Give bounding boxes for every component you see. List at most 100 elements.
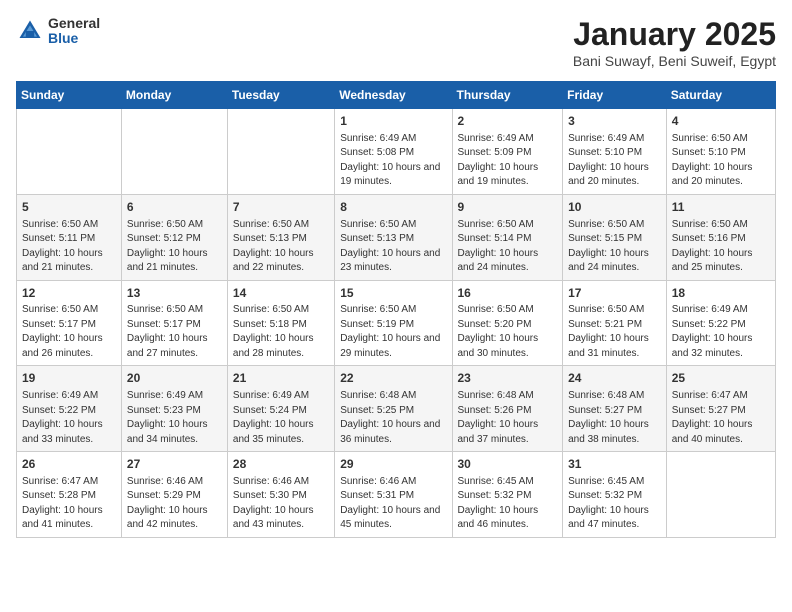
day-number: 3 bbox=[568, 113, 661, 130]
calendar-cell: 30Sunrise: 6:45 AM Sunset: 5:32 PM Dayli… bbox=[452, 452, 563, 538]
day-number: 9 bbox=[458, 199, 558, 216]
day-info: Sunrise: 6:50 AM Sunset: 5:15 PM Dayligh… bbox=[568, 218, 661, 276]
calendar-cell: 21 Sunrise: 6:49 AM Sunset: 5:24 PM Dayli… bbox=[227, 366, 334, 452]
day-info: Sunrise: 6:50 AM Sunset: 5:10 PM Dayligh… bbox=[672, 132, 770, 190]
day-number: 29 bbox=[340, 456, 446, 473]
calendar-body: 1 Sunrise: 6:49 AM Sunset: 5:08 PM Daylig… bbox=[17, 109, 776, 538]
day-number: 23 bbox=[458, 370, 558, 387]
day-info: Sunrise: 6:50 AM Sunset: 5:17 PM Dayligh… bbox=[127, 303, 222, 361]
day-info: Sunrise: 6:47 AM Sunset: 5:27 PM Dayligh… bbox=[672, 389, 770, 447]
page-header: General Blue January 2025 Bani Suwayf, B… bbox=[16, 16, 776, 69]
calendar-week-row: 26Sunrise: 6:47 AM Sunset: 5:28 PM Dayli… bbox=[17, 452, 776, 538]
logo-general: General bbox=[48, 16, 100, 31]
header-sunday: Sunday bbox=[17, 82, 122, 109]
day-number: 31 bbox=[568, 456, 661, 473]
day-info: Sunrise: 6:47 AM Sunset: 5:28 PM Dayligh… bbox=[22, 475, 116, 533]
day-number: 13 bbox=[127, 285, 222, 302]
calendar-cell bbox=[666, 452, 775, 538]
header-friday: Friday bbox=[563, 82, 667, 109]
day-number: 24 bbox=[568, 370, 661, 387]
day-info: Sunrise: 6:48 AM Sunset: 5:25 PM Dayligh… bbox=[340, 389, 446, 447]
day-number: 30 bbox=[458, 456, 558, 473]
day-info: Sunrise: 6:46 AM Sunset: 5:29 PM Dayligh… bbox=[127, 475, 222, 533]
day-info: Sunrise: 6:49 AM Sunset: 5:22 PM Dayligh… bbox=[672, 303, 770, 361]
calendar-cell: 20 Sunrise: 6:49 AM Sunset: 5:23 PM Dayli… bbox=[121, 366, 227, 452]
day-number: 6 bbox=[127, 199, 222, 216]
day-number: 10 bbox=[568, 199, 661, 216]
calendar-header: Sunday Monday Tuesday Wednesday Thursday… bbox=[17, 82, 776, 109]
weekday-header-row: Sunday Monday Tuesday Wednesday Thursday… bbox=[17, 82, 776, 109]
calendar-cell: 19Sunrise: 6:49 AM Sunset: 5:22 PM Dayli… bbox=[17, 366, 122, 452]
day-info: Sunrise: 6:49 AM Sunset: 5:10 PM Dayligh… bbox=[568, 132, 661, 190]
day-number: 16 bbox=[458, 285, 558, 302]
calendar-cell: 10 Sunrise: 6:50 AM Sunset: 5:15 PM Dayli… bbox=[563, 194, 667, 280]
logo-blue: Blue bbox=[48, 31, 100, 46]
day-info: Sunrise: 6:50 AM Sunset: 5:14 PM Dayligh… bbox=[458, 218, 558, 276]
header-tuesday: Tuesday bbox=[227, 82, 334, 109]
day-number: 12 bbox=[22, 285, 116, 302]
calendar-cell: 8 Sunrise: 6:50 AM Sunset: 5:13 PM Daylig… bbox=[335, 194, 452, 280]
calendar-week-row: 12Sunrise: 6:50 AM Sunset: 5:17 PM Dayli… bbox=[17, 280, 776, 366]
day-number: 14 bbox=[233, 285, 329, 302]
day-info: Sunrise: 6:49 AM Sunset: 5:23 PM Dayligh… bbox=[127, 389, 222, 447]
day-number: 22 bbox=[340, 370, 446, 387]
calendar-cell: 17Sunrise: 6:50 AM Sunset: 5:21 PM Dayli… bbox=[563, 280, 667, 366]
calendar-title: January 2025 bbox=[573, 16, 776, 53]
day-info: Sunrise: 6:49 AM Sunset: 5:08 PM Dayligh… bbox=[340, 132, 446, 190]
calendar-cell: 15Sunrise: 6:50 AM Sunset: 5:19 PM Dayli… bbox=[335, 280, 452, 366]
day-info: Sunrise: 6:50 AM Sunset: 5:21 PM Dayligh… bbox=[568, 303, 661, 361]
header-monday: Monday bbox=[121, 82, 227, 109]
day-number: 20 bbox=[127, 370, 222, 387]
calendar-cell: 5 Sunrise: 6:50 AM Sunset: 5:11 PM Daylig… bbox=[17, 194, 122, 280]
day-info: Sunrise: 6:50 AM Sunset: 5:11 PM Dayligh… bbox=[22, 218, 116, 276]
day-info: Sunrise: 6:49 AM Sunset: 5:22 PM Dayligh… bbox=[22, 389, 116, 447]
day-info: Sunrise: 6:45 AM Sunset: 5:32 PM Dayligh… bbox=[568, 475, 661, 533]
day-info: Sunrise: 6:50 AM Sunset: 5:13 PM Dayligh… bbox=[340, 218, 446, 276]
calendar-cell: 14Sunrise: 6:50 AM Sunset: 5:18 PM Dayli… bbox=[227, 280, 334, 366]
calendar-cell: 18Sunrise: 6:49 AM Sunset: 5:22 PM Dayli… bbox=[666, 280, 775, 366]
calendar-week-row: 19Sunrise: 6:49 AM Sunset: 5:22 PM Dayli… bbox=[17, 366, 776, 452]
calendar-cell: 26Sunrise: 6:47 AM Sunset: 5:28 PM Dayli… bbox=[17, 452, 122, 538]
day-info: Sunrise: 6:49 AM Sunset: 5:24 PM Dayligh… bbox=[233, 389, 329, 447]
day-info: Sunrise: 6:46 AM Sunset: 5:31 PM Dayligh… bbox=[340, 475, 446, 533]
header-wednesday: Wednesday bbox=[335, 82, 452, 109]
header-saturday: Saturday bbox=[666, 82, 775, 109]
logo-icon bbox=[16, 17, 44, 45]
calendar-cell: 28 Sunrise: 6:46 AM Sunset: 5:30 PM Dayli… bbox=[227, 452, 334, 538]
day-number: 28 bbox=[233, 456, 329, 473]
day-info: Sunrise: 6:50 AM Sunset: 5:19 PM Dayligh… bbox=[340, 303, 446, 361]
calendar-cell: 31 Sunrise: 6:45 AM Sunset: 5:32 PM Dayli… bbox=[563, 452, 667, 538]
day-info: Sunrise: 6:48 AM Sunset: 5:27 PM Dayligh… bbox=[568, 389, 661, 447]
day-info: Sunrise: 6:50 AM Sunset: 5:18 PM Dayligh… bbox=[233, 303, 329, 361]
day-number: 2 bbox=[458, 113, 558, 130]
day-info: Sunrise: 6:50 AM Sunset: 5:16 PM Dayligh… bbox=[672, 218, 770, 276]
day-info: Sunrise: 6:50 AM Sunset: 5:20 PM Dayligh… bbox=[458, 303, 558, 361]
logo-text: General Blue bbox=[48, 16, 100, 47]
calendar-table: Sunday Monday Tuesday Wednesday Thursday… bbox=[16, 81, 776, 538]
calendar-cell: 29 Sunrise: 6:46 AM Sunset: 5:31 PM Dayli… bbox=[335, 452, 452, 538]
calendar-cell: 23 Sunrise: 6:48 AM Sunset: 5:26 PM Dayli… bbox=[452, 366, 563, 452]
calendar-cell: 1 Sunrise: 6:49 AM Sunset: 5:08 PM Daylig… bbox=[335, 109, 452, 195]
day-number: 8 bbox=[340, 199, 446, 216]
day-number: 1 bbox=[340, 113, 446, 130]
calendar-cell bbox=[227, 109, 334, 195]
day-number: 21 bbox=[233, 370, 329, 387]
day-info: Sunrise: 6:46 AM Sunset: 5:30 PM Dayligh… bbox=[233, 475, 329, 533]
day-number: 5 bbox=[22, 199, 116, 216]
calendar-week-row: 5 Sunrise: 6:50 AM Sunset: 5:11 PM Daylig… bbox=[17, 194, 776, 280]
calendar-cell: 24 Sunrise: 6:48 AM Sunset: 5:27 PM Dayli… bbox=[563, 366, 667, 452]
day-number: 11 bbox=[672, 199, 770, 216]
logo: General Blue bbox=[16, 16, 100, 47]
calendar-cell: 13Sunrise: 6:50 AM Sunset: 5:17 PM Dayli… bbox=[121, 280, 227, 366]
day-info: Sunrise: 6:50 AM Sunset: 5:13 PM Dayligh… bbox=[233, 218, 329, 276]
calendar-subtitle: Bani Suwayf, Beni Suweif, Egypt bbox=[573, 53, 776, 69]
day-number: 7 bbox=[233, 199, 329, 216]
calendar-cell: 6Sunrise: 6:50 AM Sunset: 5:12 PM Daylig… bbox=[121, 194, 227, 280]
title-block: January 2025 Bani Suwayf, Beni Suweif, E… bbox=[573, 16, 776, 69]
calendar-cell: 4 Sunrise: 6:50 AM Sunset: 5:10 PM Daylig… bbox=[666, 109, 775, 195]
day-info: Sunrise: 6:48 AM Sunset: 5:26 PM Dayligh… bbox=[458, 389, 558, 447]
calendar-cell: 2Sunrise: 6:49 AM Sunset: 5:09 PM Daylig… bbox=[452, 109, 563, 195]
calendar-cell: 27Sunrise: 6:46 AM Sunset: 5:29 PM Dayli… bbox=[121, 452, 227, 538]
day-number: 4 bbox=[672, 113, 770, 130]
day-info: Sunrise: 6:50 AM Sunset: 5:17 PM Dayligh… bbox=[22, 303, 116, 361]
